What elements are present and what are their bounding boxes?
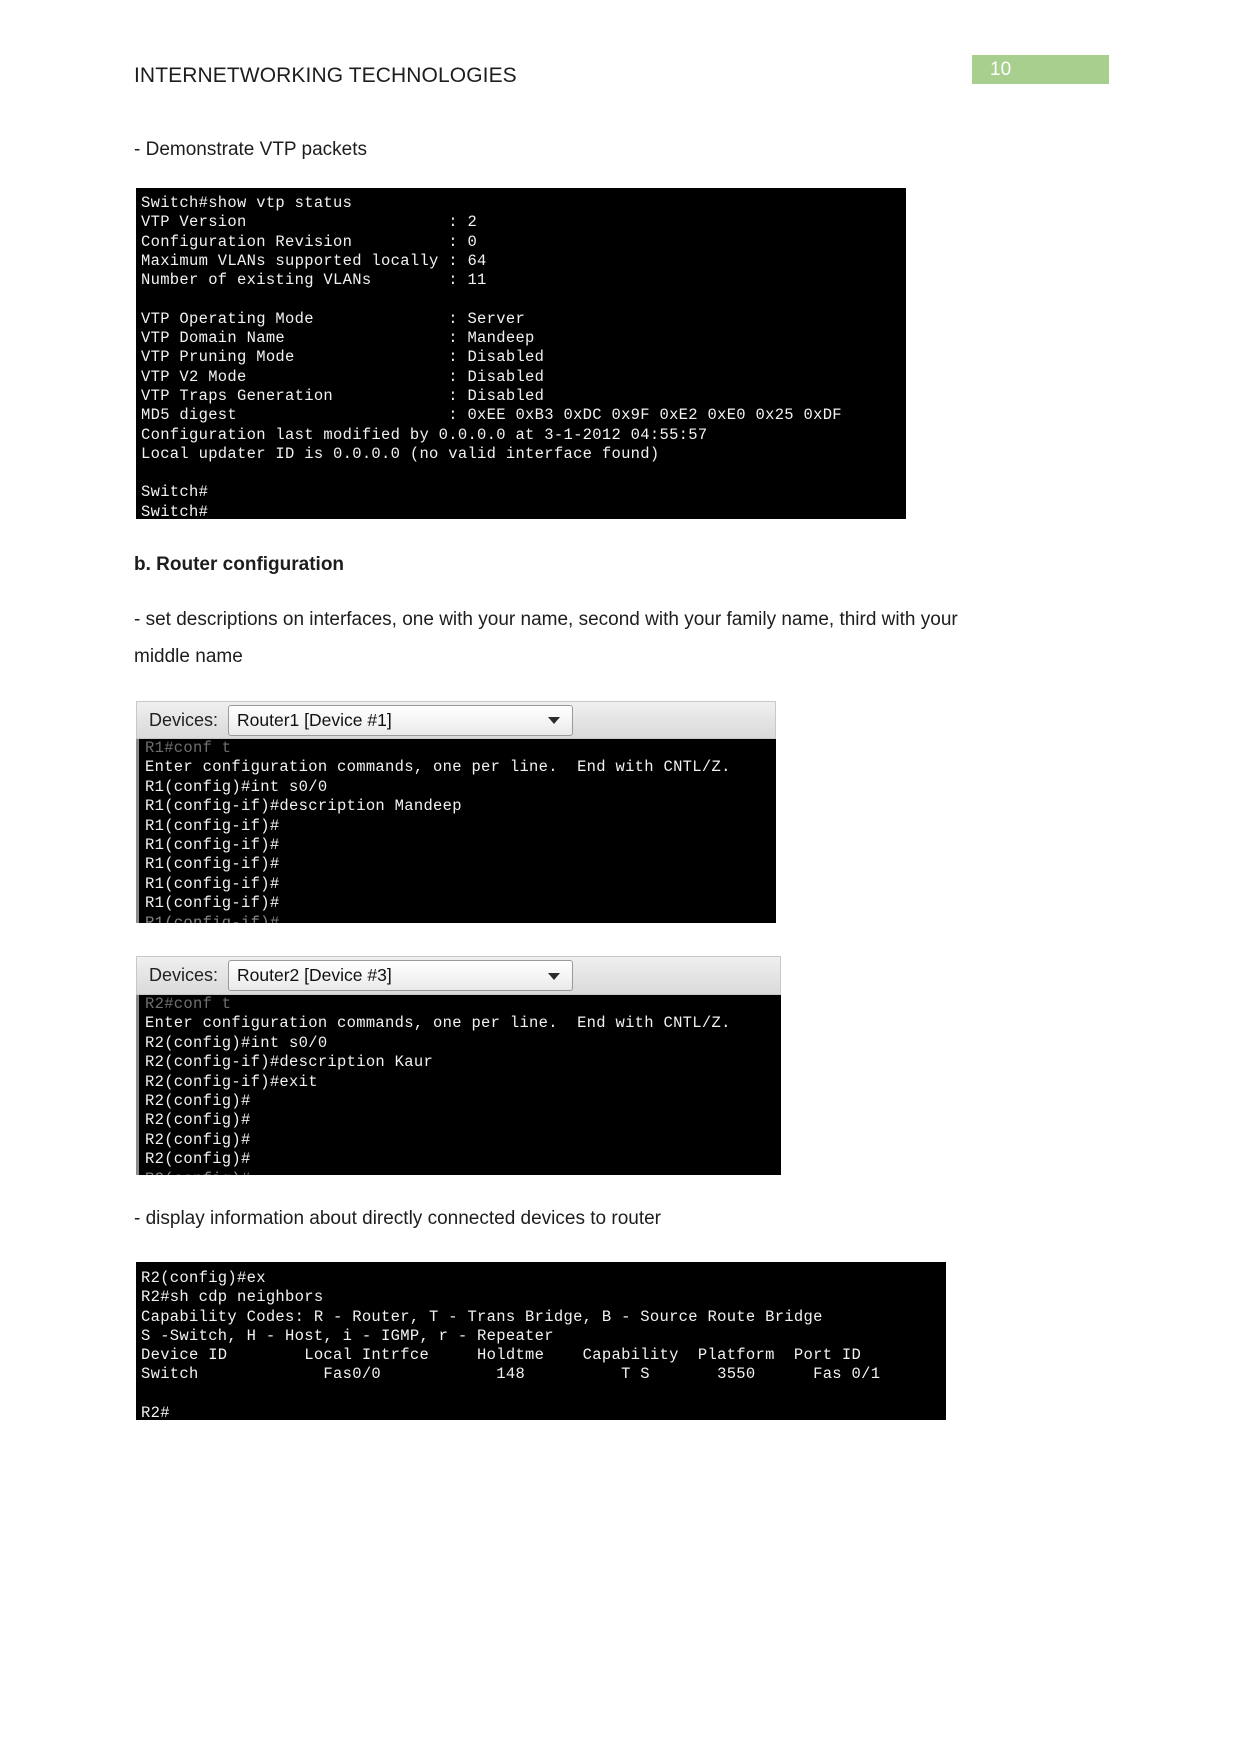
- terminal-line: R1(config-if)#description Mandeep: [145, 797, 462, 816]
- terminal-line: R2(config-if)#exit: [145, 1072, 318, 1091]
- router2-terminal: R2#conf t Enter configuration commands, …: [136, 995, 781, 1175]
- router2-device-select[interactable]: Router2 [Device #3]: [228, 960, 574, 991]
- terminal-line: S -Switch, H - Host, i - IGMP, r - Repea…: [141, 1326, 554, 1345]
- cdp-caption: - display information about directly con…: [134, 1208, 661, 1229]
- router1-device-row: Devices: Router1 [Device #1]: [137, 702, 574, 738]
- terminal-line: R2(config)#: [145, 1092, 251, 1111]
- terminal-line: VTP V2 Mode : Disabled: [141, 367, 545, 386]
- terminal-line: VTP Domain Name : Mandeep: [141, 329, 535, 348]
- terminal-line: MD5 digest : 0xEE 0xB3 0xDC 0x9F 0xE2 0x…: [141, 406, 842, 425]
- terminal-line: R1(config-if)#: [145, 816, 280, 835]
- terminal-line: R2(config)#: [145, 1130, 251, 1149]
- terminal-line: R2#: [141, 1404, 170, 1420]
- terminal-line: Configuration last modified by 0.0.0.0 a…: [141, 425, 708, 444]
- terminal-line: Switch#: [141, 483, 209, 502]
- terminal-line: R2(config)#: [145, 1111, 251, 1130]
- cdp-table-row: Switch Fas0/0 148 T S 3550 Fas 0/1: [141, 1365, 881, 1384]
- page-number-label: 10: [990, 59, 1012, 80]
- terminal-line: R2#sh cdp neighbors: [141, 1288, 324, 1307]
- terminal-line: VTP Pruning Mode : Disabled: [141, 348, 545, 367]
- chevron-down-icon[interactable]: [548, 972, 561, 980]
- terminal-line: Local updater ID is 0.0.0.0 (no valid in…: [141, 444, 660, 463]
- terminal-line: Switch#: [141, 502, 209, 519]
- terminal-line: Configuration Revision : 0: [141, 232, 478, 251]
- chevron-down-icon[interactable]: [548, 717, 561, 724]
- terminal-line: R1(config-if)#: [145, 874, 280, 893]
- router1-device-select[interactable]: Router1 [Device #1]: [228, 704, 574, 736]
- terminal-line: Number of existing VLANs : 11: [141, 271, 487, 290]
- terminal-line: R2(config)#: [145, 1170, 781, 1175]
- terminal-line: R2(config)#: [145, 1150, 251, 1169]
- descriptions-instruction: - set descriptions on interfaces, one wi…: [134, 609, 963, 667]
- cdp-table-header: Device ID Local Intrfce Holdtme Capabili…: [141, 1346, 862, 1365]
- switch-vtp-terminal: Switch#show vtp status VTP Version : 2 C…: [136, 188, 906, 519]
- terminal-line: R1(config-if)#: [145, 855, 280, 874]
- terminal-line: VTP Operating Mode : Server: [141, 309, 526, 328]
- router1-device-panel: Devices: Router1 [Device #1]: [136, 701, 776, 739]
- terminal-line: R1#conf t: [145, 739, 232, 757]
- router1-terminal: R1#conf t Enter configuration commands, …: [136, 739, 776, 923]
- router2-devices-label: Devices:: [149, 965, 219, 985]
- terminal-line: R2(config)#int s0/0: [145, 1033, 328, 1052]
- terminal-line: R1(config-if)#: [145, 894, 280, 913]
- terminal-line: Switch#show vtp status: [141, 194, 353, 212]
- cdp-neighbors-terminal: R2(config)#ex R2#sh cdp neighbors Capabi…: [136, 1262, 946, 1420]
- terminal-line: R1(config)#int s0/0: [145, 777, 328, 796]
- terminal-line: Capability Codes: R - Router, T - Trans …: [141, 1307, 823, 1326]
- terminal-line: Enter configuration commands, one per li…: [145, 1014, 731, 1033]
- document-title: INTERNETWORKING TECHNOLOGIES: [134, 64, 517, 87]
- terminal-line: Maximum VLANs supported locally : 64: [141, 251, 487, 270]
- vtp-caption: - Demonstrate VTP packets: [134, 139, 368, 160]
- router-configuration-heading: b. Router configuration: [134, 554, 345, 575]
- page-number-badge: 10: [972, 55, 1109, 84]
- terminal-line: R2#conf t: [145, 995, 232, 1013]
- router2-device-select-value: Router2 [Device #3]: [237, 965, 392, 985]
- terminal-line: R1(config-if)#: [145, 836, 280, 855]
- page-header: INTERNETWORKING TECHNOLOGIES 10: [0, 55, 1241, 98]
- router1-device-select-value: Router1 [Device #1]: [237, 709, 392, 730]
- terminal-line: R2(config)#ex: [141, 1269, 266, 1287]
- terminal-line: Enter configuration commands, one per li…: [145, 758, 731, 777]
- terminal-line: R2(config-if)#description Kaur: [145, 1053, 434, 1072]
- terminal-line: R1(config-if)#: [145, 913, 280, 923]
- terminal-line: VTP Traps Generation : Disabled: [141, 386, 545, 405]
- terminal-line: VTP Version : 2: [141, 213, 478, 232]
- router2-device-row: Devices: Router2 [Device #3]: [137, 957, 574, 994]
- router2-device-panel: Devices: Router2 [Device #3]: [136, 956, 781, 995]
- router1-devices-label: Devices:: [149, 709, 219, 730]
